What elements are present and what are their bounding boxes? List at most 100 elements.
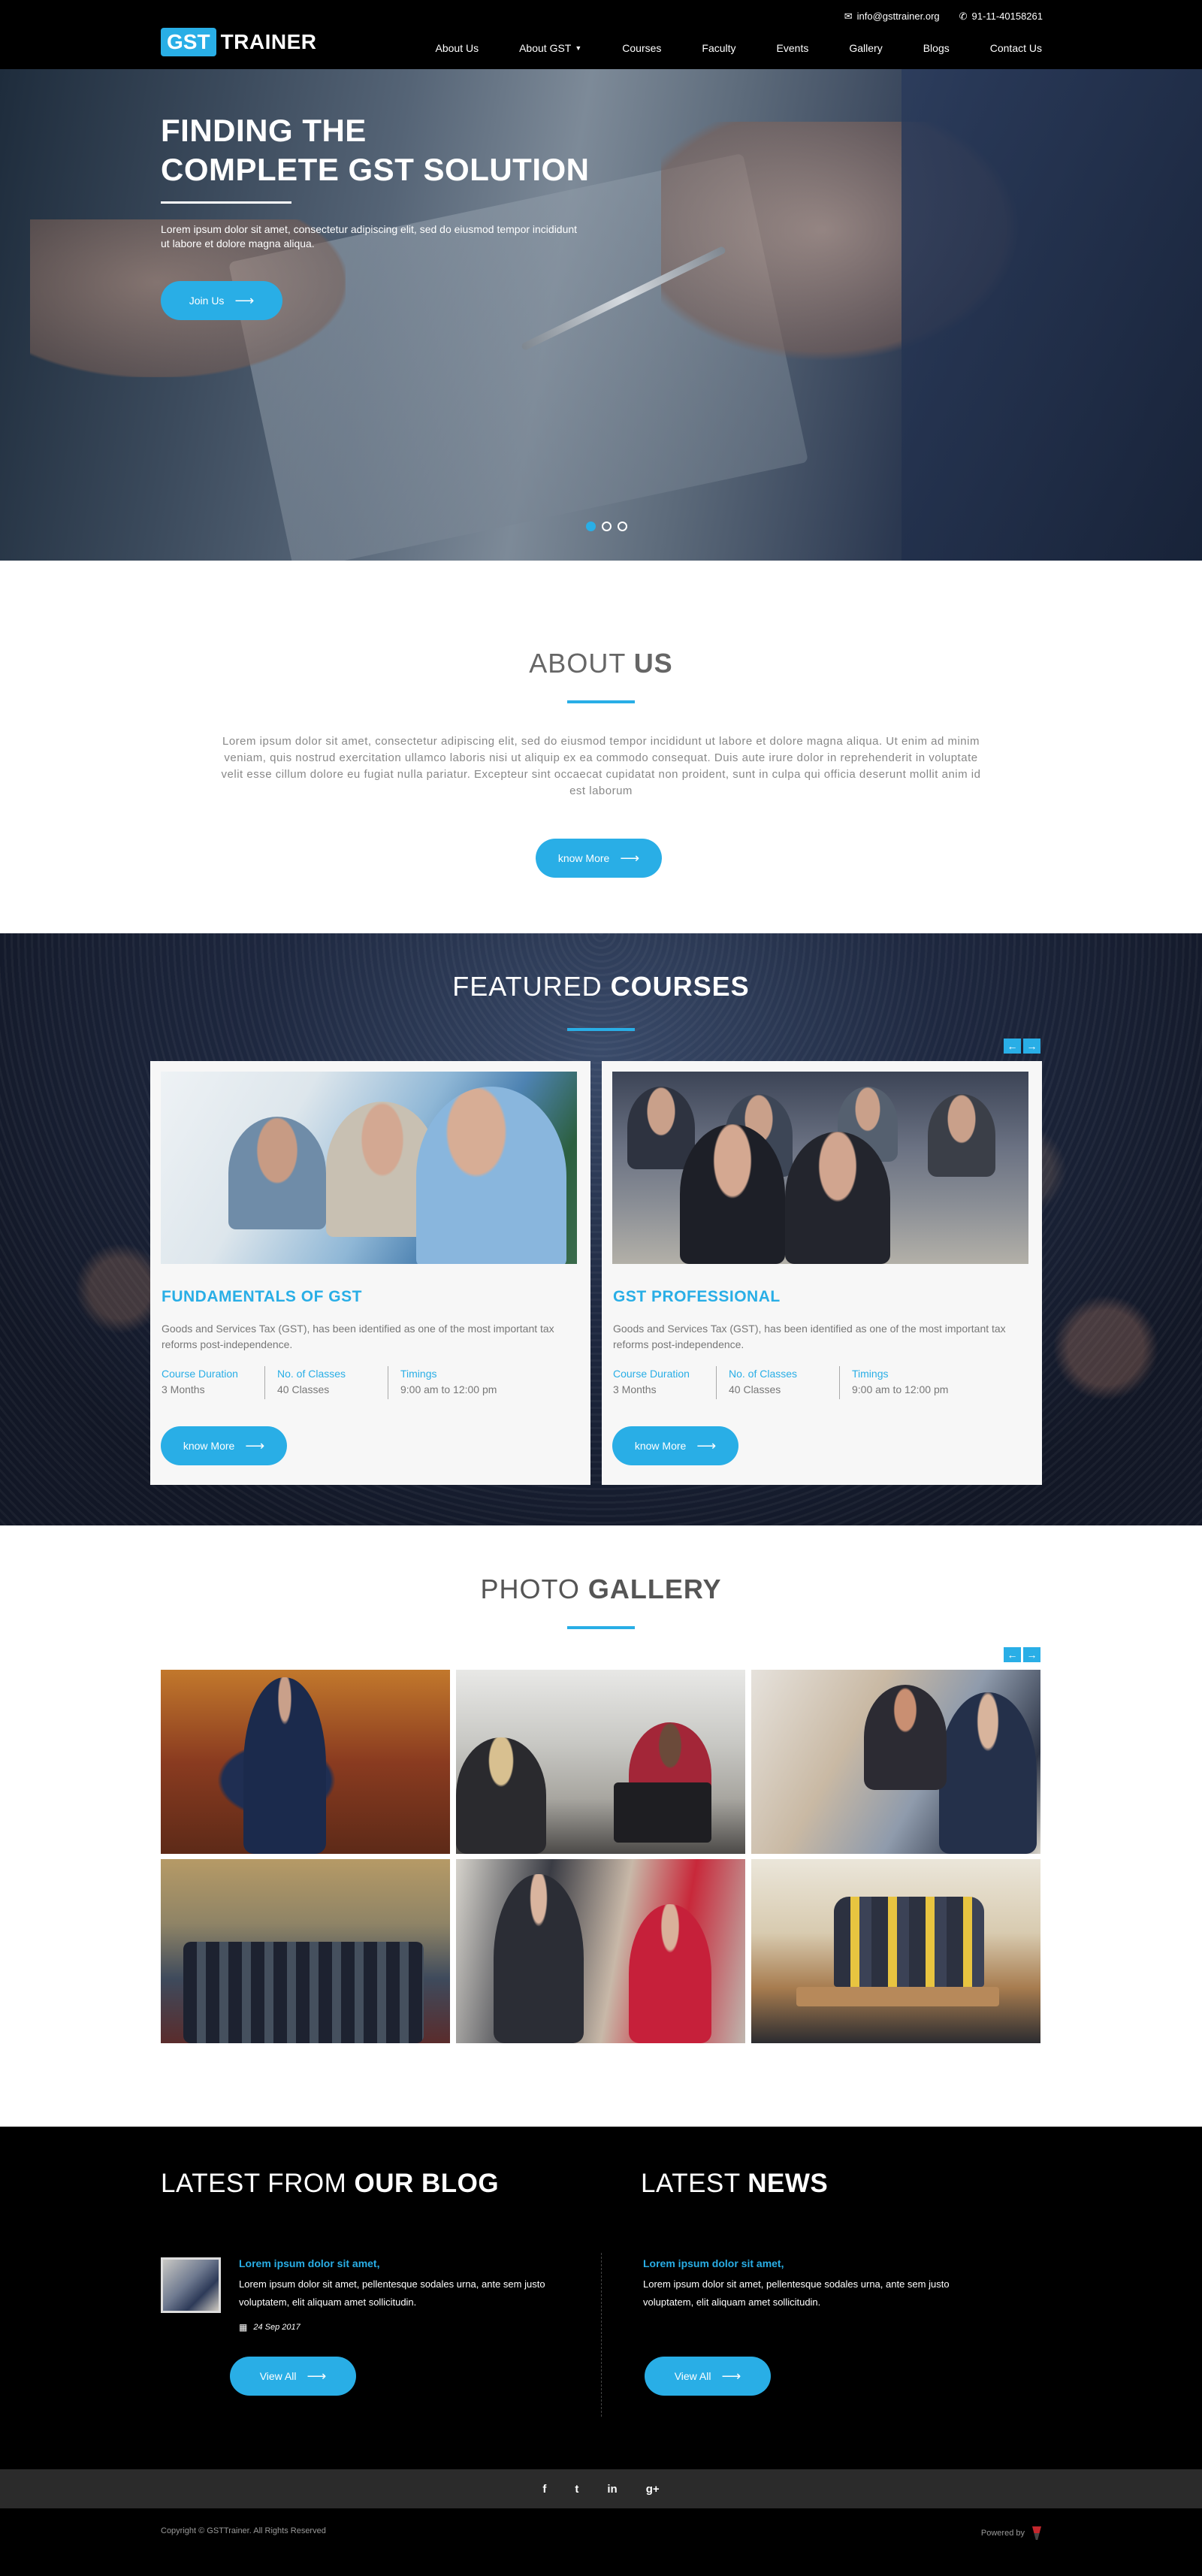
arrow-right-icon: ⟶ (696, 1438, 717, 1453)
nav-label: About Us (435, 42, 479, 54)
blog-heading: LATEST FROM OUR BLOG (161, 2169, 499, 2199)
arrow-right-icon: ⟶ (620, 850, 640, 866)
news-heading-bold: NEWS (747, 2169, 829, 2198)
nav-label: Events (776, 42, 809, 54)
gallery-photo[interactable] (751, 1670, 1040, 1854)
nav-label: Blogs (923, 42, 950, 54)
arrow-right-icon: ⟶ (721, 2368, 741, 2384)
course-title[interactable]: FUNDAMENTALS OF GST (162, 1288, 362, 1306)
nav-events[interactable]: Events (777, 42, 809, 54)
hero-title-line1: FINDING THE (161, 113, 367, 148)
course-card: FUNDAMENTALS OF GST Goods and Services T… (150, 1061, 590, 1485)
blog-post-text: Lorem ipsum dolor sit amet, pellentesque… (239, 2278, 545, 2308)
blog-post-date: ▦ 24 Sep 2017 (239, 2322, 300, 2333)
course-know-more-button[interactable]: know More ⟶ (612, 1426, 738, 1465)
nav-about-gst[interactable]: About GST ▼ (519, 42, 581, 54)
phone-contact[interactable]: ✆ 91-11-40158261 (959, 11, 1043, 23)
slider-dot-1[interactable] (586, 522, 596, 531)
stat-label: Course Duration (613, 1368, 690, 1380)
arrow-left-icon[interactable]: ← (1004, 1039, 1021, 1054)
gallery-photo[interactable] (751, 1859, 1040, 2043)
attendee-figure (785, 1132, 890, 1264)
arrow-right-icon[interactable]: → (1023, 1647, 1040, 1662)
nav-contact-us[interactable]: Contact Us (990, 42, 1042, 54)
person-figure (939, 1692, 1037, 1854)
gallery-underline (567, 1626, 635, 1629)
gallery-photo[interactable] (161, 1859, 450, 2043)
courses-underline (567, 1028, 635, 1031)
blog-heading-bold: OUR BLOG (354, 2169, 500, 2198)
about-title: ABOUT US (0, 648, 1202, 679)
nav-label: Contact Us (989, 42, 1042, 54)
arrow-right-icon[interactable]: → (1023, 1039, 1040, 1054)
news-heading-light: LATEST (641, 2169, 741, 2198)
blog-thumbnail[interactable] (161, 2257, 221, 2313)
social-bar: f t in g+ (0, 2469, 1202, 2508)
stat-classes: No. of Classes 40 Classes (277, 1366, 388, 1399)
arrow-right-icon: ⟶ (234, 292, 255, 308)
news-post-title[interactable]: Lorem ipsum dolor sit amet, (643, 2257, 784, 2269)
student-figure (416, 1087, 566, 1264)
button-label: know More (634, 1440, 687, 1452)
button-label: know More (183, 1440, 235, 1452)
stat-timings: Timings 9:00 am to 12:00 pm (400, 1366, 521, 1399)
course-stats: Course Duration 3 Months No. of Classes 40… (162, 1366, 533, 1399)
nav-label: About GST (519, 42, 572, 54)
news-view-all-button[interactable]: View All ⟶ (645, 2357, 771, 2396)
course-know-more-button[interactable]: know More ⟶ (161, 1426, 287, 1465)
laptop-figure (614, 1782, 711, 1843)
facebook-icon[interactable]: f (542, 2483, 546, 2496)
top-header: GST TRAINER ✉ info@gsttrainer.org ✆ 91-11-… (0, 0, 1202, 69)
stat-value: 9:00 am to 12:00 pm (852, 1383, 949, 1395)
slider-dot-3[interactable] (618, 522, 627, 531)
twitter-icon[interactable]: t (575, 2483, 578, 2496)
nav-gallery[interactable]: Gallery (849, 42, 882, 54)
gallery-title-light: PHOTO (480, 1574, 580, 1604)
main-nav: About Us About GST ▼ Courses Faculty Even… (436, 42, 1043, 54)
email-contact[interactable]: ✉ info@gsttrainer.org (844, 11, 940, 23)
course-description: Goods and Services Tax (GST), has been i… (613, 1323, 1006, 1350)
nav-about-us[interactable]: About Us (436, 42, 479, 54)
blog-post-title[interactable]: Lorem ipsum dolor sit amet, (239, 2257, 379, 2269)
nav-blogs[interactable]: Blogs (923, 42, 950, 54)
slider-dots (586, 522, 627, 531)
nav-faculty[interactable]: Faculty (702, 42, 735, 54)
stat-label: Timings (852, 1368, 889, 1380)
stat-label: No. of Classes (277, 1368, 346, 1380)
about-know-more-button[interactable]: know More ⟶ (536, 839, 662, 878)
gallery-photo[interactable] (456, 1670, 745, 1854)
arrow-left-icon[interactable]: ← (1004, 1647, 1021, 1662)
linkedin-icon[interactable]: in (607, 2483, 617, 2496)
stat-value: 3 Months (613, 1383, 657, 1395)
nav-label: Faculty (702, 42, 736, 54)
powered-by[interactable]: Powered by (981, 2526, 1041, 2540)
hero-text: Lorem ipsum dolor sit amet, consectetur … (161, 223, 578, 249)
student-figure (228, 1117, 326, 1229)
course-stats: Course Duration 3 Months No. of Classes 40… (613, 1366, 984, 1399)
gallery-photo[interactable] (161, 1670, 450, 1854)
nav-courses[interactable]: Courses (622, 42, 661, 54)
stat-value: 40 Classes (277, 1383, 330, 1395)
calendar-icon: ▦ (239, 2322, 248, 2333)
attendee-figure (627, 1087, 695, 1169)
course-title[interactable]: GST PROFESSIONAL (613, 1288, 781, 1306)
site-logo[interactable]: GST TRAINER (161, 27, 317, 57)
hero-underline (161, 201, 291, 204)
slider-dot-2[interactable] (602, 522, 612, 531)
join-us-button[interactable]: Join Us ⟶ (161, 281, 282, 320)
blog-view-all-button[interactable]: View All ⟶ (230, 2357, 356, 2396)
speaker-figure (243, 1677, 326, 1854)
arrow-right-icon: ⟶ (307, 2368, 327, 2384)
about-title-light: ABOUT (529, 648, 626, 679)
hero-title: FINDING THE COMPLETE GST SOLUTION (161, 111, 590, 189)
attendee-figure (928, 1094, 995, 1177)
gallery-title: PHOTO GALLERY (0, 1574, 1202, 1605)
stat-label: Timings (400, 1368, 437, 1380)
team-figure (834, 1897, 984, 1987)
arrow-right-icon: ⟶ (245, 1438, 265, 1453)
google-plus-icon[interactable]: g+ (646, 2483, 660, 2496)
date-text: 24 Sep 2017 (253, 2323, 300, 2332)
attendee-figure (680, 1124, 785, 1264)
footer: Copyright © GSTTrainer. All Rights Reser… (0, 2508, 1202, 2576)
gallery-photo[interactable] (456, 1859, 745, 2043)
